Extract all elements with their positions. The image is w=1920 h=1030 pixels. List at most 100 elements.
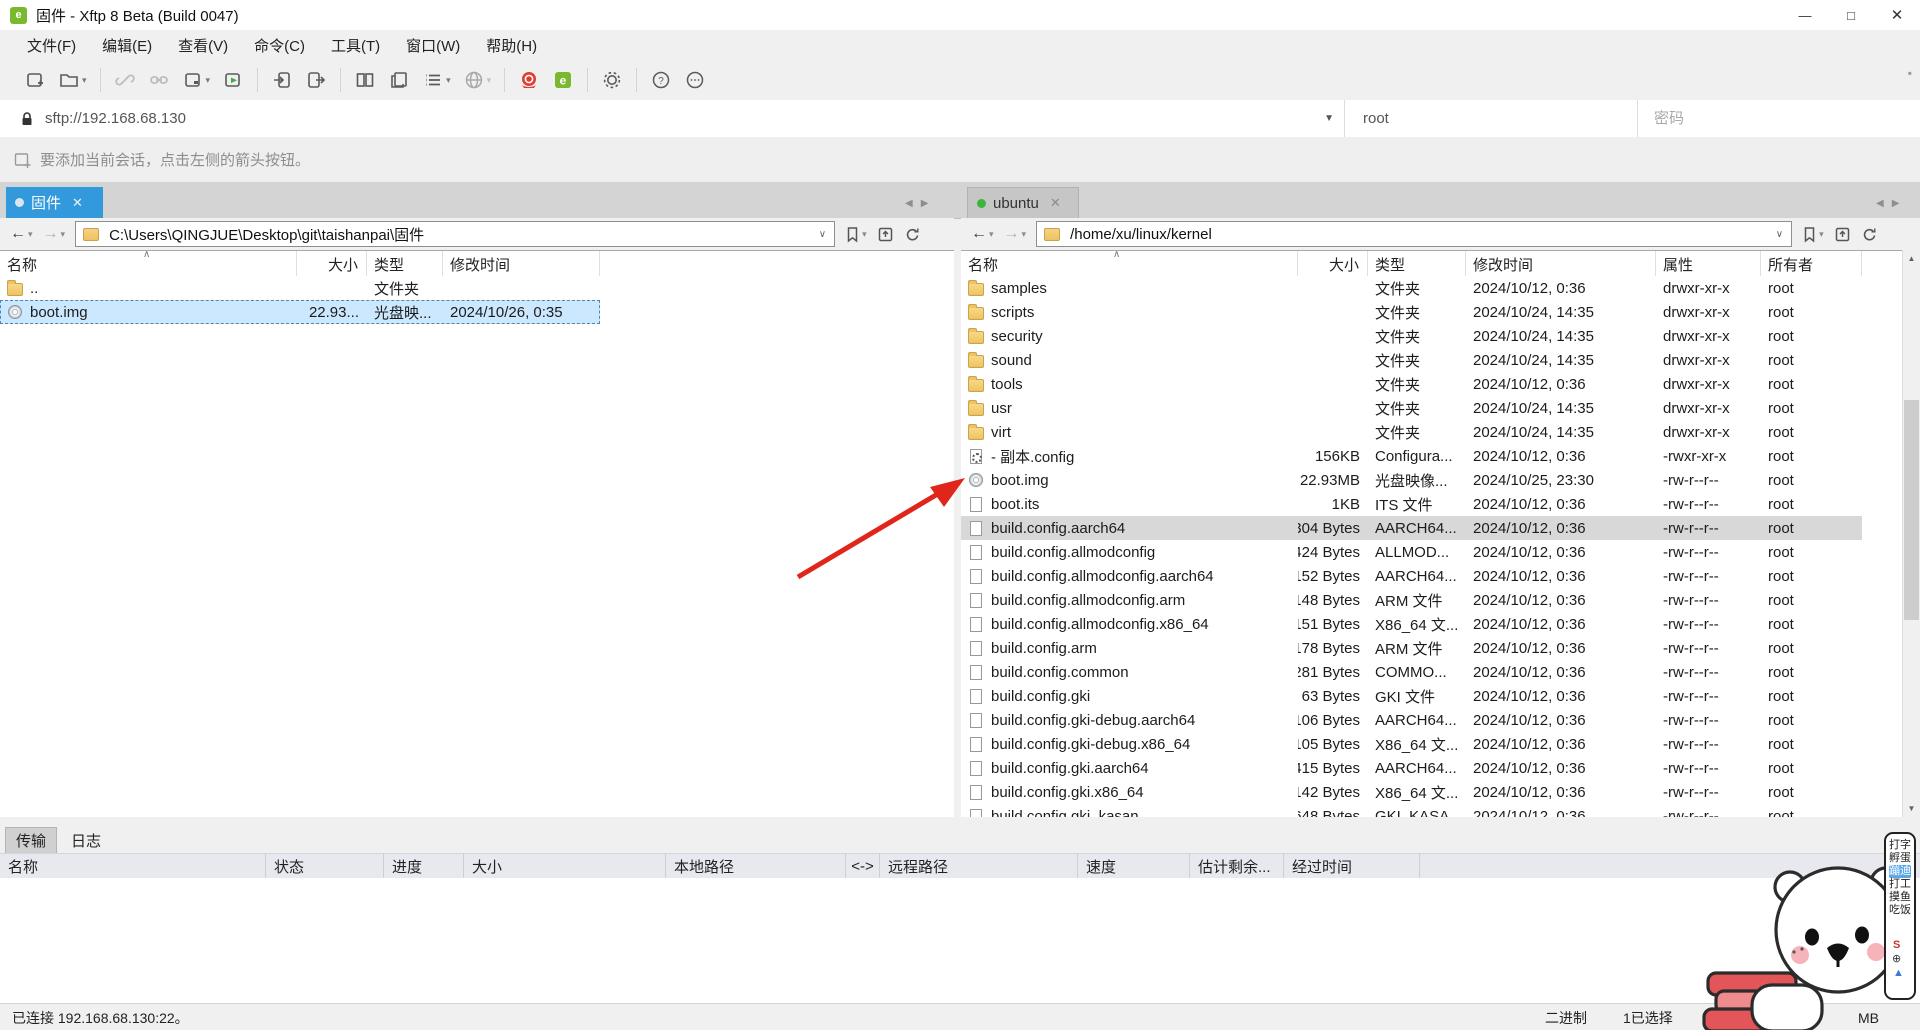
file-row[interactable]: build.config.allmodconfig.arm 148 Bytes … <box>961 588 1862 612</box>
vertical-scrollbar[interactable]: ▲ ▼ <box>1902 250 1920 817</box>
xftp-icon[interactable]: e <box>546 66 580 94</box>
back-history-icon[interactable]: ▾ <box>28 229 33 240</box>
about-icon[interactable] <box>678 66 712 94</box>
column-header-type[interactable]: 类型 <box>1368 251 1466 277</box>
address-url-input[interactable] <box>43 109 1324 128</box>
path-dropdown-icon[interactable]: ∨ <box>819 229 826 240</box>
file-row[interactable]: build.config.allmodconfig 424 Bytes ALLM… <box>961 540 1862 564</box>
password-field[interactable] <box>1638 100 1920 137</box>
address-dropdown-icon[interactable]: ▼ <box>1324 113 1334 124</box>
settings-gear-icon[interactable] <box>595 66 629 94</box>
file-row[interactable]: samples 文件夹 2024/10/12, 0:36 drwxr-xr-x … <box>961 276 1862 300</box>
file-row[interactable]: build.config.gki 63 Bytes GKI 文件 2024/10… <box>961 684 1862 708</box>
file-row[interactable]: virt 文件夹 2024/10/24, 14:35 drwxr-xr-x ro… <box>961 420 1862 444</box>
xshell-icon[interactable] <box>512 66 546 94</box>
file-row[interactable]: scripts 文件夹 2024/10/24, 14:35 drwxr-xr-x… <box>961 300 1862 324</box>
transfer-col-localpath[interactable]: 本地路径 <box>666 854 846 879</box>
transfer-out-icon[interactable] <box>299 66 333 94</box>
back-history-icon[interactable]: ▾ <box>989 229 994 240</box>
file-row[interactable]: security 文件夹 2024/10/24, 14:35 drwxr-xr-… <box>961 324 1862 348</box>
help-icon[interactable]: ? <box>644 66 678 94</box>
file-row[interactable]: usr 文件夹 2024/10/24, 14:35 drwxr-xr-x roo… <box>961 396 1862 420</box>
disconnect-icon[interactable] <box>108 66 142 94</box>
file-row[interactable]: tools 文件夹 2024/10/12, 0:36 drwxr-xr-x ro… <box>961 372 1862 396</box>
run-transfer-icon[interactable] <box>216 66 250 94</box>
username-input[interactable] <box>1361 109 1637 128</box>
file-row[interactable]: boot.img 22.93MB 光盘映像... 2024/10/25, 23:… <box>961 468 1862 492</box>
bottom-tab[interactable]: 传输 <box>5 827 57 853</box>
left-tab-scroll-arrows[interactable]: ◀▶ <box>905 198 936 209</box>
pet-menu-item[interactable]: 打工 <box>1889 878 1911 891</box>
menu-item[interactable]: 工具(T) <box>318 30 393 60</box>
pet-menu-item[interactable]: 蹦迪 <box>1889 865 1911 878</box>
forward-history-icon[interactable]: ▾ <box>61 229 66 240</box>
split-pane-icon[interactable] <box>348 66 382 94</box>
file-row[interactable]: boot.its 1KB ITS 文件 2024/10/12, 0:36 -rw… <box>961 492 1862 516</box>
file-row[interactable]: sound 文件夹 2024/10/24, 14:35 drwxr-xr-x r… <box>961 348 1862 372</box>
file-row[interactable]: build.config.common 281 Bytes COMMO... 2… <box>961 660 1862 684</box>
column-header-name[interactable]: 名称 <box>961 251 1298 277</box>
file-row[interactable]: build.config.allmodconfig.x86_64 151 Byt… <box>961 612 1862 636</box>
username-field[interactable] <box>1345 100 1638 137</box>
column-header-size[interactable]: 大小 <box>1298 251 1368 277</box>
pet-snake-icon[interactable]: S <box>1893 938 1900 952</box>
column-header-owner[interactable]: 所有者 <box>1761 251 1862 277</box>
tab-remote-ubuntu[interactable]: ubuntu ✕ <box>967 187 1079 218</box>
file-row[interactable]: build.config.aarch64 304 Bytes AARCH64..… <box>961 516 1862 540</box>
pet-shield-icon[interactable]: ▲ <box>1893 966 1904 980</box>
new-window-icon[interactable]: ▾ <box>176 66 217 94</box>
bottom-tab[interactable]: 日志 <box>61 828 111 853</box>
scrollbar-thumb[interactable] <box>1904 400 1919 620</box>
maximize-button[interactable]: □ <box>1828 0 1874 30</box>
transfer-in-icon[interactable] <box>265 66 299 94</box>
new-session-icon[interactable] <box>18 66 52 94</box>
menu-item[interactable]: 窗口(W) <box>393 30 473 60</box>
encoding-globe-icon[interactable]: ▾ <box>457 66 498 94</box>
back-icon[interactable]: ← <box>10 225 26 243</box>
file-row[interactable]: build.config.gki-debug.aarch64 106 Bytes… <box>961 708 1862 732</box>
back-icon[interactable]: ← <box>971 225 987 243</box>
pet-settings-icon[interactable]: ⊕ <box>1892 952 1901 966</box>
right-tab-scroll-arrows[interactable]: ◀▶ <box>1876 198 1907 209</box>
password-input[interactable] <box>1652 109 1920 128</box>
column-header-size[interactable]: 大小 <box>297 251 367 277</box>
transfer-mode-text[interactable]: 二进制 <box>1545 1004 1587 1030</box>
transfer-col-status[interactable]: 状态 <box>266 854 384 879</box>
close-button[interactable]: ✕ <box>1874 0 1920 30</box>
file-row[interactable]: build.config.gki-debug.x86_64 105 Bytes … <box>961 732 1862 756</box>
open-containing-folder-icon[interactable] <box>877 226 894 243</box>
file-row[interactable]: boot.img 22.93... 光盘映... 2024/10/26, 0:3… <box>0 300 600 324</box>
file-row[interactable]: build.config.gki_kasan 648 Bytes GKI_KAS… <box>961 804 1862 817</box>
transfer-col-speed[interactable]: 速度 <box>1078 854 1190 879</box>
transfer-col-progress[interactable]: 进度 <box>384 854 464 879</box>
address-url-field[interactable]: ▼ <box>0 100 1345 137</box>
column-header-mtime[interactable]: 修改时间 <box>1466 251 1656 277</box>
refresh-icon[interactable] <box>1861 226 1878 243</box>
forward-icon[interactable]: → <box>43 225 59 243</box>
scroll-down-icon[interactable]: ▼ <box>1903 800 1920 817</box>
file-row[interactable]: build.config.allmodconfig.aarch64 152 By… <box>961 564 1862 588</box>
menu-item[interactable]: 查看(V) <box>165 30 241 60</box>
menu-item[interactable]: 文件(F) <box>14 30 89 60</box>
refresh-icon[interactable] <box>904 226 921 243</box>
minimize-button[interactable]: — <box>1782 0 1828 30</box>
column-header-type[interactable]: 类型 <box>367 251 443 277</box>
duplicate-window-icon[interactable] <box>382 66 416 94</box>
column-header-attr[interactable]: 属性 <box>1656 251 1761 277</box>
pet-menu-item[interactable]: 孵蛋 <box>1889 852 1911 865</box>
remote-path-input[interactable] <box>1068 225 1768 244</box>
menu-item[interactable]: 命令(C) <box>241 30 318 60</box>
local-path-input[interactable] <box>107 225 811 244</box>
tab-local-guijian[interactable]: 固件 ✕ <box>6 187 103 218</box>
pet-menu-item[interactable]: 摸鱼 <box>1889 891 1911 904</box>
transfer-col-size[interactable]: 大小 <box>464 854 666 879</box>
menu-item[interactable]: 编辑(E) <box>89 30 165 60</box>
transfer-col-remotepath[interactable]: 远程路径 <box>880 854 1078 879</box>
scroll-up-icon[interactable]: ▲ <box>1903 250 1920 267</box>
transfer-col-elapsed[interactable]: 经过时间 <box>1284 854 1420 879</box>
file-row[interactable]: .. 文件夹 <box>0 276 600 300</box>
column-header-mtime[interactable]: 修改时间 <box>443 251 600 277</box>
forward-icon[interactable]: → <box>1004 225 1020 243</box>
open-containing-folder-icon[interactable] <box>1834 226 1851 243</box>
pet-menu-item[interactable]: 吃饭 <box>1889 904 1911 917</box>
